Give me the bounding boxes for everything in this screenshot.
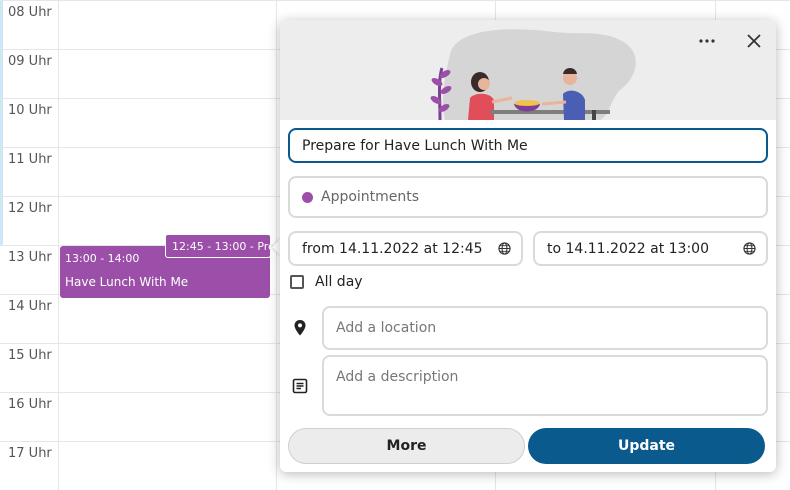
hour-label: 09 Uhr [8,54,52,69]
more-options-icon[interactable] [693,27,721,55]
hour-label: 12 Uhr [8,201,52,216]
close-icon[interactable] [740,27,768,55]
more-button[interactable]: More [288,428,525,464]
update-button[interactable]: Update [528,428,765,464]
hour-label: 10 Uhr [8,103,52,118]
start-date-picker[interactable]: from 14.11.2022 at 12:45 [288,231,523,266]
hour-label: 16 Uhr [8,397,52,412]
end-date-text: to 14.11.2022 at 13:00 [547,240,709,257]
description-icon [292,378,308,394]
hour-label: 15 Uhr [8,348,52,363]
hour-label: 11 Uhr [8,152,52,167]
hour-label: 08 Uhr [8,5,52,20]
allday-toggle[interactable]: All day [290,274,363,290]
calendar-color-dot [302,191,313,203]
globe-icon[interactable] [498,242,511,255]
event-edit-popover: Appointments from 14.11.2022 at 12:45 to… [280,20,776,472]
calendar-name: Appointments [321,189,420,205]
allday-label: All day [315,274,363,290]
description-input[interactable] [322,355,768,416]
start-date-text: from 14.11.2022 at 12:45 [302,240,483,257]
end-date-picker[interactable]: to 14.11.2022 at 13:00 [533,231,768,266]
hour-label: 17 Uhr [8,446,52,461]
calendar-picker[interactable]: Appointments [288,176,768,218]
event-title-input[interactable] [288,128,768,163]
event-prepare-lunch[interactable]: 12:45 - 13:00 - Prepare for Have Lunch W… [165,234,271,258]
location-input[interactable] [322,306,768,350]
event-title: Have Lunch With Me [65,275,189,289]
location-pin-icon [294,320,306,336]
hour-label: 13 Uhr [8,250,52,265]
globe-icon[interactable] [743,242,756,255]
hour-label: 14 Uhr [8,299,52,314]
allday-checkbox[interactable] [290,275,304,289]
